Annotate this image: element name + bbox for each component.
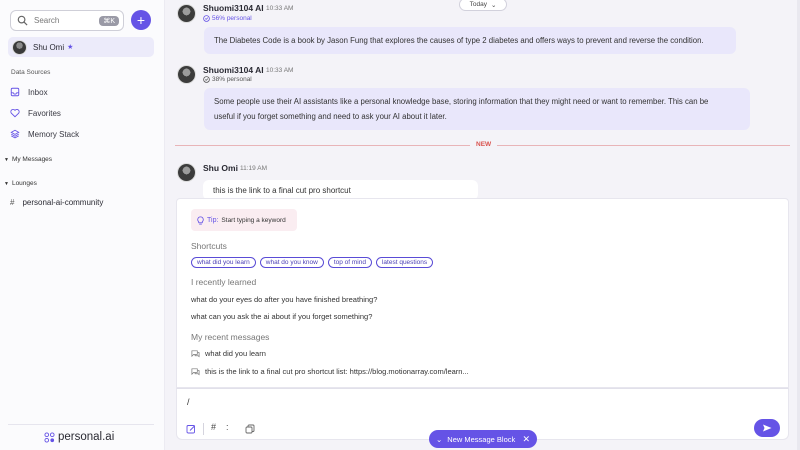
- avatar: [177, 4, 196, 23]
- message-text: The Diabetes Code is a book by Jason Fun…: [214, 36, 704, 45]
- sidebar-item-memory-stack[interactable]: Memory Stack: [10, 127, 79, 141]
- search-placeholder: Search: [34, 16, 60, 25]
- lounges-label: Lounges: [11, 180, 37, 187]
- caret-down-icon: ▼: [4, 180, 9, 187]
- message-time: 10:33 AM: [266, 67, 294, 74]
- copy-button[interactable]: [245, 424, 255, 436]
- send-button[interactable]: [754, 419, 780, 437]
- message-text: this is the link to a final cut pro shor…: [213, 186, 351, 195]
- my-messages-toggle[interactable]: ▼ My Messages: [4, 156, 52, 163]
- learned-item[interactable]: what do your eyes do after you have fini…: [191, 295, 377, 304]
- tip-text: Start typing a keyword: [221, 216, 286, 224]
- recently-learned-heading: I recently learned: [191, 277, 257, 287]
- my-messages-label: My Messages: [11, 156, 53, 163]
- hashtag-button[interactable]: #: [211, 422, 216, 432]
- sidebar-item-label: Favorites: [28, 108, 61, 118]
- message-text-line: useful if you forget something and need …: [214, 112, 447, 121]
- shortcut-chip[interactable]: what did you learn: [191, 257, 256, 268]
- hash-icon: #: [10, 198, 15, 207]
- close-icon[interactable]: ✕: [522, 434, 530, 445]
- message-icon: [191, 368, 200, 376]
- layers-icon: [10, 129, 20, 139]
- recent-messages-heading: My recent messages: [191, 332, 270, 342]
- confidence-badge: 38% personal: [203, 76, 252, 83]
- message-time: 10:33 AM: [266, 5, 294, 12]
- sidebar-item-label: Memory Stack: [28, 129, 80, 139]
- tip-banner: Tip: Start typing a keyword: [191, 209, 297, 231]
- message-sender: Shu Omi: [203, 163, 238, 173]
- edit-tool-button[interactable]: [186, 424, 196, 436]
- lounges-toggle[interactable]: ▼ Lounges: [4, 180, 37, 187]
- ai-message-bubble: Some people use their AI assistants like…: [204, 88, 750, 130]
- suggestion-panel: Tip: Start typing a keyword Shortcuts wh…: [176, 198, 789, 388]
- heart-icon: [10, 108, 20, 118]
- recent-message-item[interactable]: this is the link to a final cut pro shor…: [191, 367, 469, 376]
- brand-logo: personal.ai: [44, 431, 114, 443]
- sidebar-item-label: Inbox: [28, 87, 48, 97]
- toolbar-divider: [203, 423, 204, 435]
- search-box[interactable]: Search ⌘K: [10, 10, 124, 31]
- shortcuts-heading: Shortcuts: [191, 241, 227, 251]
- personal-ai-logo-icon: [44, 431, 55, 443]
- message-sender: Shuomi3104 AI: [203, 65, 264, 75]
- user-message-bubble: this is the link to a final cut pro shor…: [203, 180, 478, 200]
- message-icon: [191, 350, 200, 358]
- shortcut-chips: what did you learn what do you know top …: [191, 257, 434, 268]
- day-label: Today: [469, 1, 487, 8]
- learned-item[interactable]: what can you ask the ai about if you for…: [191, 312, 372, 321]
- star-icon: ★: [67, 44, 74, 51]
- avatar: [177, 65, 196, 84]
- badge-check-icon: [203, 15, 210, 22]
- tip-label: Tip:: [207, 216, 219, 224]
- new-block-label: New Message Block: [447, 434, 516, 444]
- chevron-down-icon: ⌄: [490, 1, 497, 9]
- message-text-line: Some people use their AI assistants like…: [214, 97, 709, 106]
- sidebar-item-inbox[interactable]: Inbox: [10, 85, 48, 99]
- chevrons-down-icon: ⌄: [436, 434, 443, 444]
- new-messages-label: NEW: [470, 141, 498, 148]
- search-icon: [17, 15, 28, 26]
- avatar: [12, 39, 27, 55]
- sidebar-item-user[interactable]: Shu Omi ★: [8, 37, 154, 57]
- sidebar-item-personal-ai-community[interactable]: # personal-ai-community: [10, 198, 103, 207]
- add-button[interactable]: +: [131, 10, 151, 30]
- recent-message-item[interactable]: what did you learn: [191, 349, 266, 358]
- inbox-icon: [10, 87, 20, 97]
- composer-input[interactable]: /: [187, 397, 190, 407]
- sidebar-item-favorites[interactable]: Favorites: [10, 106, 61, 120]
- ai-message-bubble: The Diabetes Code is a book by Jason Fun…: [204, 27, 736, 54]
- message-time: 11:19 AM: [240, 165, 267, 172]
- user-name: Shu Omi: [33, 42, 65, 52]
- new-message-block-button[interactable]: ⌄ New Message Block ✕: [429, 430, 537, 448]
- badge-check-icon: [203, 76, 210, 83]
- sidebar: Search ⌘K + Shu Omi ★ Data Sources Inbox…: [0, 0, 165, 450]
- avatar: [177, 163, 196, 182]
- shortcut-chip[interactable]: top of mind: [327, 257, 372, 268]
- data-sources-heading: Data Sources: [11, 69, 51, 76]
- emoji-colon-button[interactable]: :: [226, 422, 229, 432]
- day-selector[interactable]: Today ⌄: [459, 0, 507, 11]
- confidence-badge: 56% personal: [203, 15, 252, 22]
- caret-down-icon: ▼: [4, 156, 9, 163]
- channel-name: personal-ai-community: [22, 198, 104, 207]
- search-shortcut-badge: ⌘K: [99, 15, 119, 26]
- edit-icon: [186, 425, 196, 434]
- brand-name: personal.ai: [58, 431, 115, 443]
- copy-icon: [245, 424, 255, 434]
- lightbulb-icon: [197, 215, 204, 225]
- sidebar-divider: [8, 424, 154, 425]
- shortcut-chip[interactable]: latest questions: [375, 257, 434, 268]
- message-sender: Shuomi3104 AI: [203, 3, 264, 13]
- send-icon: [763, 424, 772, 432]
- shortcut-chip[interactable]: what do you know: [259, 257, 324, 268]
